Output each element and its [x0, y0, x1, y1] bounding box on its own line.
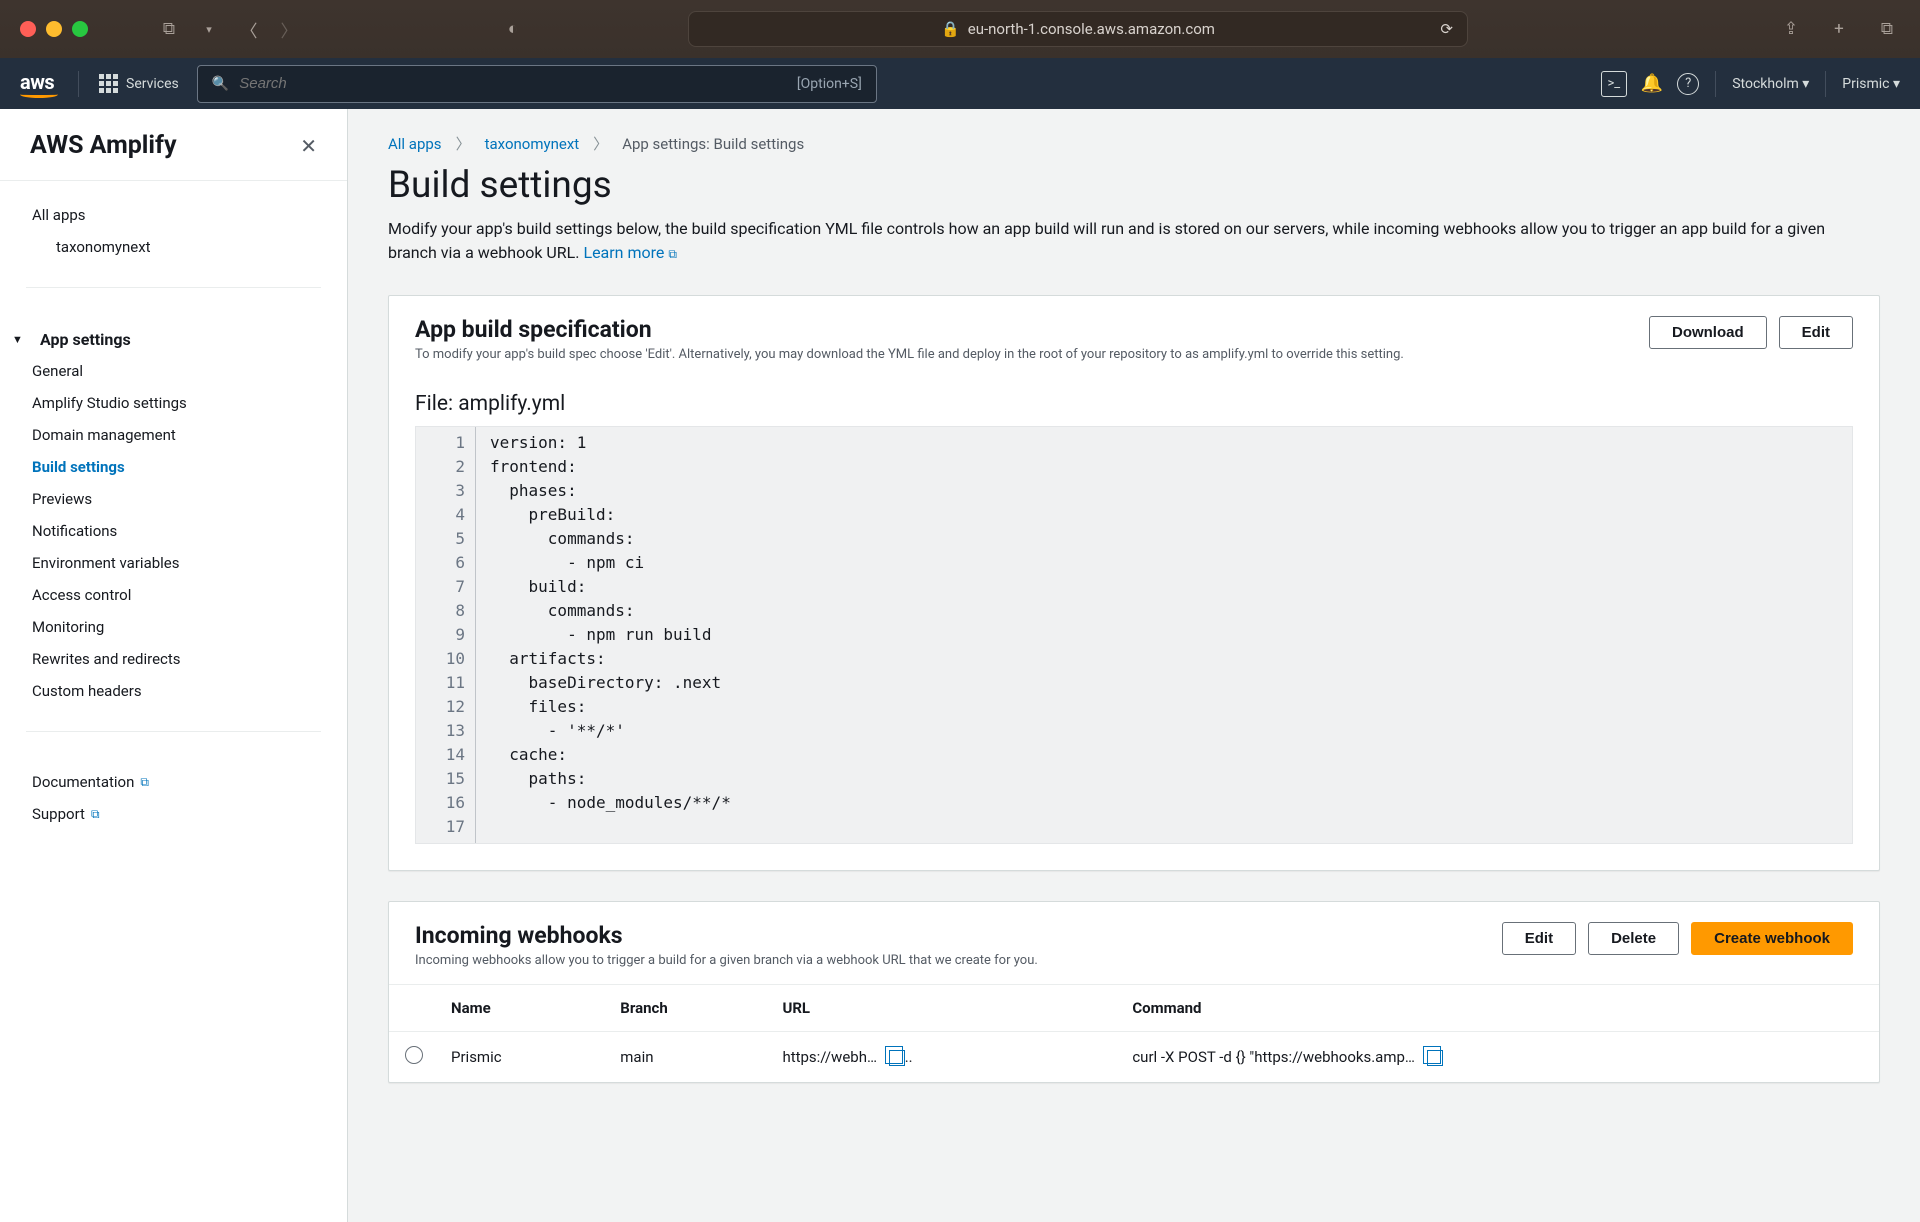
sidebar-item-monitoring[interactable]: Monitoring: [32, 611, 315, 643]
copy-icon[interactable]: [1427, 1050, 1443, 1066]
sidebar-link-documentation[interactable]: Documentation⧉: [32, 766, 315, 798]
global-search[interactable]: 🔍 [Option+S]: [197, 65, 877, 103]
sidebar-item-general[interactable]: General: [32, 355, 315, 387]
cell-url: https://webh… ..: [770, 1032, 1120, 1083]
page-title: Build settings: [388, 164, 1880, 207]
external-link-icon: ⧉: [91, 807, 100, 822]
browser-chrome: ⧉ ▾ 〈 〉 ◐ 🔒 eu-north-1.console.aws.amazo…: [0, 0, 1920, 58]
maximize-window-icon[interactable]: [72, 21, 88, 37]
col-name: Name: [439, 985, 608, 1032]
cell-name: Prismic: [439, 1032, 608, 1083]
sidebar-item-access-control[interactable]: Access control: [32, 579, 315, 611]
minimize-window-icon[interactable]: [46, 21, 62, 37]
search-shortcut-hint: [Option+S]: [797, 76, 862, 92]
aws-logo[interactable]: aws: [20, 70, 58, 98]
panel-build-spec: App build specification To modify your a…: [388, 295, 1880, 871]
sidebar-item-amplify-studio-settings[interactable]: Amplify Studio settings: [32, 387, 315, 419]
aws-top-nav: aws Services 🔍 [Option+S] >_ 🔔 ? Stockho…: [0, 58, 1920, 109]
sidebar-item-environment-variables[interactable]: Environment variables: [32, 547, 315, 579]
sidebar-item-all-apps[interactable]: All apps: [32, 199, 315, 231]
code-block: 1234567891011121314151617 version: 1fron…: [415, 426, 1853, 844]
sidebar-section-app-settings[interactable]: App settings: [32, 322, 315, 355]
download-button[interactable]: Download: [1649, 316, 1767, 349]
breadcrumb: All apps 〉 taxonomynext 〉 App settings: …: [388, 133, 1880, 154]
notifications-icon[interactable]: 🔔: [1641, 73, 1663, 94]
breadcrumb-all-apps[interactable]: All apps: [388, 135, 442, 153]
breadcrumb-current: App settings: Build settings: [622, 135, 804, 153]
panel-webhooks: Incoming webhooks Incoming webhooks allo…: [388, 901, 1880, 1083]
sidebar-toggle-icon[interactable]: ⧉: [156, 19, 182, 39]
forward-icon[interactable]: 〉: [276, 17, 302, 42]
services-menu[interactable]: Services: [99, 74, 179, 93]
page-description: Modify your app's build settings below, …: [388, 217, 1848, 265]
cell-command: curl -X POST -d {} "https://webhooks.amp…: [1120, 1032, 1879, 1083]
reload-icon[interactable]: ⟳: [1440, 20, 1453, 38]
sidebar-item-build-settings[interactable]: Build settings: [32, 451, 315, 483]
help-icon[interactable]: ?: [1677, 73, 1699, 95]
close-icon[interactable]: ✕: [300, 134, 317, 158]
table-row[interactable]: Prismicmainhttps://webh… ..curl -X POST …: [389, 1032, 1879, 1083]
tabs-icon[interactable]: ⧉: [1874, 19, 1900, 39]
file-label: File: amplify.yml: [415, 392, 1853, 416]
shield-icon[interactable]: ◐: [500, 19, 526, 39]
panel-subtitle: Incoming webhooks allow you to trigger a…: [415, 953, 1038, 968]
col-branch: Branch: [608, 985, 770, 1032]
cloudshell-icon[interactable]: >_: [1601, 71, 1627, 97]
back-icon[interactable]: 〈: [236, 17, 262, 42]
external-link-icon: ⧉: [668, 247, 677, 261]
panel-subtitle: To modify your app's build spec choose '…: [415, 347, 1404, 362]
search-icon: 🔍: [212, 76, 229, 92]
share-icon[interactable]: ⇪: [1778, 19, 1804, 39]
sidebar-item-rewrites-and-redirects[interactable]: Rewrites and redirects: [32, 643, 315, 675]
region-selector[interactable]: Stockholm ▾: [1732, 76, 1809, 92]
panel-title: Incoming webhooks: [415, 922, 1038, 949]
chevron-right-icon: 〉: [593, 133, 608, 154]
lock-icon: 🔒: [941, 20, 960, 38]
col-command: Command: [1120, 985, 1879, 1032]
webhooks-table: Name Branch URL Command Prismicmainhttps…: [389, 984, 1879, 1082]
sidebar-item-app[interactable]: taxonomynext: [32, 231, 315, 263]
main-content: All apps 〉 taxonomynext 〉 App settings: …: [348, 109, 1920, 1222]
edit-webhook-button[interactable]: Edit: [1502, 922, 1576, 955]
url-bar[interactable]: 🔒 eu-north-1.console.aws.amazon.com ⟳: [688, 11, 1468, 47]
search-input[interactable]: [239, 75, 787, 92]
sidebar-item-custom-headers[interactable]: Custom headers: [32, 675, 315, 707]
external-link-icon: ⧉: [140, 775, 149, 790]
sidebar: AWS Amplify ✕ All apps taxonomynext App …: [0, 109, 348, 1222]
learn-more-link[interactable]: Learn more ⧉: [583, 243, 677, 262]
chevron-right-icon: 〉: [456, 133, 471, 154]
radio-select[interactable]: [405, 1046, 423, 1064]
sidebar-item-previews[interactable]: Previews: [32, 483, 315, 515]
sidebar-item-domain-management[interactable]: Domain management: [32, 419, 315, 451]
chevron-down-icon[interactable]: ▾: [196, 23, 222, 36]
grid-icon: [99, 74, 118, 93]
panel-title: App build specification: [415, 316, 1404, 343]
sidebar-link-support[interactable]: Support⧉: [32, 798, 315, 830]
window-controls: [20, 21, 88, 37]
close-window-icon[interactable]: [20, 21, 36, 37]
sidebar-title: AWS Amplify: [30, 131, 177, 160]
account-menu[interactable]: Prismic ▾: [1842, 76, 1900, 92]
edit-button[interactable]: Edit: [1779, 316, 1853, 349]
col-url: URL: [770, 985, 1120, 1032]
sidebar-item-notifications[interactable]: Notifications: [32, 515, 315, 547]
delete-webhook-button[interactable]: Delete: [1588, 922, 1679, 955]
cell-branch: main: [608, 1032, 770, 1083]
copy-icon[interactable]: [889, 1050, 905, 1066]
breadcrumb-app[interactable]: taxonomynext: [485, 135, 580, 153]
url-text: eu-north-1.console.aws.amazon.com: [968, 20, 1215, 38]
code-lines: version: 1frontend: phases: preBuild: co…: [476, 427, 745, 843]
line-numbers: 1234567891011121314151617: [416, 427, 476, 843]
new-tab-icon[interactable]: +: [1826, 19, 1852, 39]
create-webhook-button[interactable]: Create webhook: [1691, 922, 1853, 955]
